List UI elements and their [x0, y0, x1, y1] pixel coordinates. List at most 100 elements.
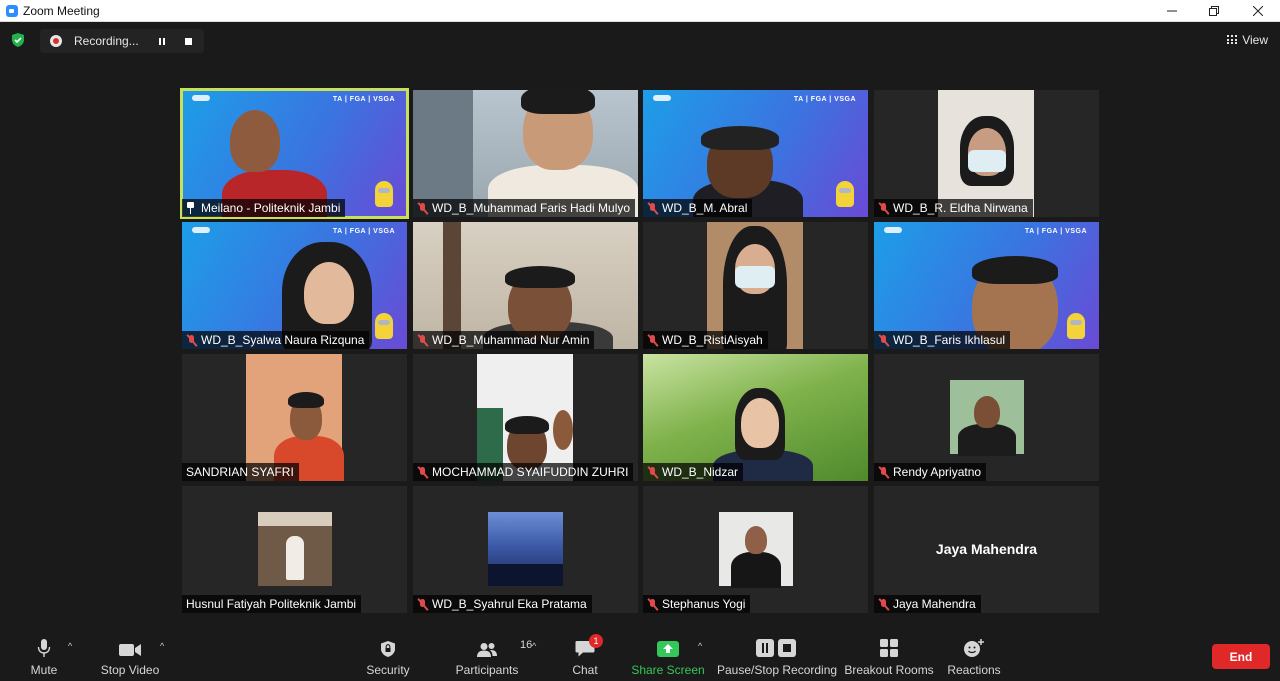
participant-name: WD_B_Faris Ikhlasul — [893, 333, 1006, 347]
recording-label: Recording... — [74, 34, 139, 48]
participants-options-caret-icon[interactable]: ^ — [532, 641, 542, 651]
participant-nameplate: WD_B_Faris Ikhlasul — [874, 331, 1011, 349]
meeting-toolbar: Mute ^ Stop Video ^ Security 16 Particip… — [0, 630, 1280, 681]
participant-nameplate: WD_B_R. Eldha Nirwana — [874, 199, 1033, 217]
reactions-button[interactable]: Reactions — [946, 630, 1002, 681]
video-tile[interactable]: TA | FGA | VSGA WD_B_M. Abral — [643, 90, 868, 217]
video-options-caret-icon[interactable]: ^ — [160, 641, 170, 651]
video-tile[interactable]: Husnul Fatiyah Politeknik Jambi — [182, 486, 407, 613]
recording-dot-icon — [50, 35, 62, 47]
mute-button[interactable]: Mute — [24, 630, 64, 681]
profile-picture — [950, 380, 1024, 456]
restore-button[interactable] — [1192, 0, 1236, 22]
profile-picture — [488, 512, 563, 586]
muted-mic-icon — [646, 333, 659, 347]
pause-recording-button[interactable] — [154, 33, 170, 49]
security-label: Security — [366, 663, 410, 677]
pause-stop-recording-icon — [756, 639, 796, 657]
mascot-graphic — [836, 181, 854, 207]
participant-name: Husnul Fatiyah Politeknik Jambi — [186, 597, 357, 611]
video-tile[interactable]: WD_B_Syahrul Eka Pratama — [413, 486, 638, 613]
participant-nameplate: WD_B_Nidzar — [643, 463, 744, 481]
chat-label: Chat — [572, 663, 598, 677]
participant-nameplate: Rendy Apriyatno — [874, 463, 987, 481]
pause-stop-recording-button[interactable]: Pause/Stop Recording — [717, 630, 837, 681]
video-tile[interactable]: TA | FGA | VSGA WD_B_Faris Ikhlasul — [874, 222, 1099, 349]
breakout-rooms-button[interactable]: Breakout Rooms — [844, 630, 934, 681]
window-title: Zoom Meeting — [23, 3, 100, 18]
participant-name: WD_B_Nidzar — [662, 465, 739, 479]
stop-recording-button[interactable] — [180, 33, 196, 49]
end-meeting-button[interactable]: End — [1212, 644, 1270, 669]
participant-name: WD_B_Muhammad Faris Hadi Mulyo — [432, 201, 631, 215]
video-tile[interactable]: TA | FGA | VSGA Meilano - Politeknik Jam… — [180, 88, 409, 219]
video-stage: Recording... View TA | FGA | VSGA Meilan… — [0, 22, 1280, 630]
share-screen-button[interactable]: Share Screen — [631, 630, 705, 681]
minimize-button[interactable] — [1150, 0, 1194, 22]
window-titlebar: Zoom Meeting — [0, 0, 1280, 22]
banner-logo — [192, 227, 210, 233]
video-tile[interactable]: WD_B_R. Eldha Nirwana — [874, 90, 1099, 217]
video-camera-icon — [119, 644, 141, 656]
muted-mic-icon — [646, 201, 659, 215]
mascot-graphic — [375, 313, 393, 339]
video-tile[interactable]: Jaya Mahendra Jaya Mahendra — [874, 486, 1099, 613]
participant-nameplate: WD_B_Muhammad Faris Hadi Mulyo — [413, 199, 636, 217]
video-tile[interactable]: WD_B_RistiAisyah — [643, 222, 868, 349]
close-button[interactable] — [1236, 0, 1280, 22]
microphone-icon — [37, 639, 51, 657]
reactions-icon — [964, 639, 984, 657]
participant-name: WD_B_RistiAisyah — [662, 333, 763, 347]
close-icon — [1253, 6, 1263, 16]
participants-icon — [477, 643, 497, 657]
view-label: View — [1242, 33, 1268, 47]
security-shield-icon — [381, 641, 395, 657]
stop-video-button[interactable]: Stop Video — [98, 630, 162, 681]
video-tile[interactable]: Stephanus Yogi — [643, 486, 868, 613]
profile-picture — [258, 512, 332, 586]
profile-picture — [719, 512, 793, 588]
video-tile[interactable]: TA | FGA | VSGA WD_B_Syalwa Naura Rizqun… — [182, 222, 407, 349]
participant-name: WD_B_R. Eldha Nirwana — [893, 201, 1028, 215]
share-screen-icon — [657, 641, 679, 657]
participant-nameplate: WD_B_Syalwa Naura Rizquna — [182, 331, 370, 349]
participant-nameplate: WD_B_Syahrul Eka Pratama — [413, 595, 592, 613]
participant-nameplate: SANDRIAN SYAFRI — [182, 463, 299, 481]
participant-nameplate: MOCHAMMAD SYAIFUDDIN ZUHRI — [413, 463, 634, 481]
banner-text: TA | FGA | VSGA — [793, 96, 856, 103]
zoom-app-icon — [6, 4, 18, 17]
share-options-caret-icon[interactable]: ^ — [698, 641, 708, 651]
video-tile[interactable]: SANDRIAN SYAFRI — [182, 354, 407, 481]
video-tile[interactable]: WD_B_Muhammad Faris Hadi Mulyo — [413, 90, 638, 217]
restore-icon — [1209, 6, 1219, 16]
encryption-shield-icon[interactable] — [10, 32, 26, 48]
participants-label: Participants — [455, 663, 519, 677]
video-tile[interactable]: WD_B_Muhammad Nur Amin — [413, 222, 638, 349]
chat-button[interactable]: 1 Chat — [570, 630, 603, 681]
breakout-rooms-label: Breakout Rooms — [844, 663, 934, 677]
muted-mic-icon — [416, 597, 429, 611]
participant-nameplate: WD_B_Muhammad Nur Amin — [413, 331, 595, 349]
mascot-graphic — [375, 181, 393, 207]
share-screen-label: Share Screen — [631, 663, 705, 677]
security-button[interactable]: Security — [364, 630, 412, 681]
participant-nameplate: Meilano - Politeknik Jambi — [182, 199, 346, 217]
video-tile[interactable]: MOCHAMMAD SYAIFUDDIN ZUHRI — [413, 354, 638, 481]
participant-name: Rendy Apriyatno — [893, 465, 982, 479]
audio-options-caret-icon[interactable]: ^ — [68, 641, 78, 651]
muted-mic-icon — [877, 465, 890, 479]
participants-button[interactable]: 16 Participants — [452, 630, 533, 681]
muted-mic-icon — [646, 465, 659, 479]
participant-name: MOCHAMMAD SYAIFUDDIN ZUHRI — [432, 465, 629, 479]
banner-logo — [884, 227, 902, 233]
banner-text: TA | FGA | VSGA — [1024, 228, 1087, 235]
breakout-rooms-icon — [880, 639, 898, 657]
participant-nameplate: WD_B_M. Abral — [643, 199, 753, 217]
video-tile[interactable]: Rendy Apriyatno — [874, 354, 1099, 481]
participant-nameplate: Husnul Fatiyah Politeknik Jambi — [182, 595, 362, 613]
video-tile[interactable]: WD_B_Nidzar — [643, 354, 868, 481]
participant-name: WD_B_Syahrul Eka Pratama — [432, 597, 587, 611]
view-button[interactable]: View — [1227, 33, 1268, 47]
participants-count: 16 — [520, 639, 533, 651]
pin-icon — [185, 202, 196, 214]
